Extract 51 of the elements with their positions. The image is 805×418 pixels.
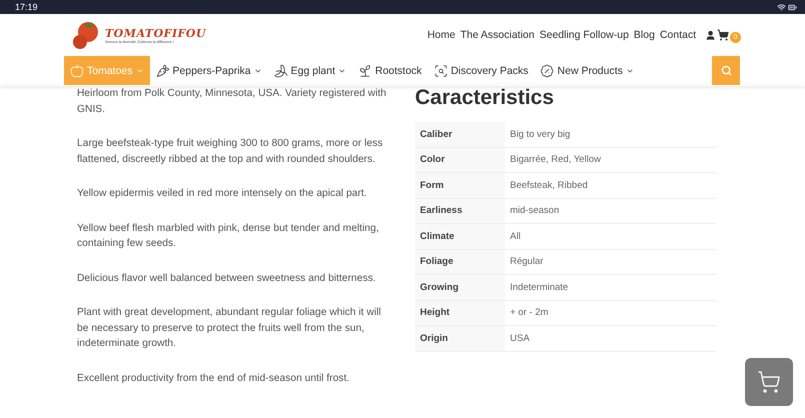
table-cell: Height [415, 300, 505, 325]
section-heading: Caracteristics [415, 86, 555, 110]
table-cell-text: All [509, 230, 522, 244]
table-cell: Growing [415, 275, 505, 300]
table-cell-text: Indeterminate [509, 280, 570, 295]
table-cell: Caliber [415, 122, 505, 146]
description-paragraph: Heirloom from Polk County, Minnesota, USA. Variety registered with GNIS. [77, 87, 388, 116]
description-paragraph: Delicious flavor well balanced between sweetness and bitterness. [77, 272, 377, 286]
user-icon[interactable] [705, 30, 716, 40]
nav-tab[interactable]: New Products [534, 56, 640, 85]
top-link[interactable]: Contact [660, 29, 696, 41]
table-cell-text: + or - 2m [509, 306, 550, 320]
cart-icon [757, 370, 781, 394]
table-cell-text: mid-season [509, 204, 560, 218]
description-paragraph: Plant with great development, abundant regular foliage which it will be necessary to preserve to protect the fruits well from the sun, indeterminate growth. [77, 306, 382, 351]
table-cell: Climate [415, 224, 505, 248]
top-link[interactable]: Blog [634, 29, 655, 41]
cart-icon[interactable] [717, 29, 729, 41]
banana-icon [274, 64, 288, 78]
top-link[interactable]: Home [427, 29, 456, 41]
search-icon [720, 65, 732, 76]
table-cell-text: Big to very big [509, 128, 572, 142]
table-cell: Color [415, 148, 505, 172]
magnifier-icon [434, 64, 448, 78]
battery-icon [788, 2, 797, 12]
table-cell-text: USA [509, 332, 531, 346]
logo-text: TOMATOFIFOU [105, 26, 206, 40]
table-cell-text: Beefsteak, Ribbed [509, 178, 589, 193]
carrot-icon [156, 64, 170, 78]
sprout-icon [358, 64, 372, 78]
table-cell: Foliage [415, 250, 505, 274]
wifi-icon [777, 2, 786, 12]
nav-tab[interactable]: Egg plant [268, 56, 352, 85]
description-paragraph: Large beefsteak-type fruit weighing 300 to 800 grams, more or less flattened, discreetly ribbed at the top and with rounded shoulders. [77, 137, 384, 166]
description-paragraph: Yellow epidermis veiled in red more intensely on the apical part. [77, 187, 368, 201]
table-cell: Form [415, 173, 505, 198]
description-paragraph: Excellent productivity from the end of mid-season until frost. [77, 372, 350, 386]
top-link[interactable]: The Association [460, 29, 534, 41]
nav-tab[interactable]: Rootstock [352, 56, 428, 85]
clock: 17:19 [15, 2, 38, 12]
cart-button[interactable] [745, 358, 793, 406]
apple-icon [70, 64, 84, 78]
description-paragraph: Yellow beef flesh marbled with pink, dense but tender and melting, containing few seeds. [77, 222, 380, 251]
table-cell: Origin [415, 326, 505, 350]
nav-tab[interactable]: Discovery Packs [428, 56, 534, 85]
top-link[interactable]: Seedling Follow-up [539, 29, 629, 41]
table-cell-text: Bigarrée, Red, Yellow [509, 153, 602, 168]
badge-icon [540, 64, 554, 78]
table-cell: Earliness [415, 198, 505, 223]
nav-tab[interactable]: Peppers-Paprika [150, 56, 268, 85]
table-cell-text: Régular [509, 255, 544, 270]
